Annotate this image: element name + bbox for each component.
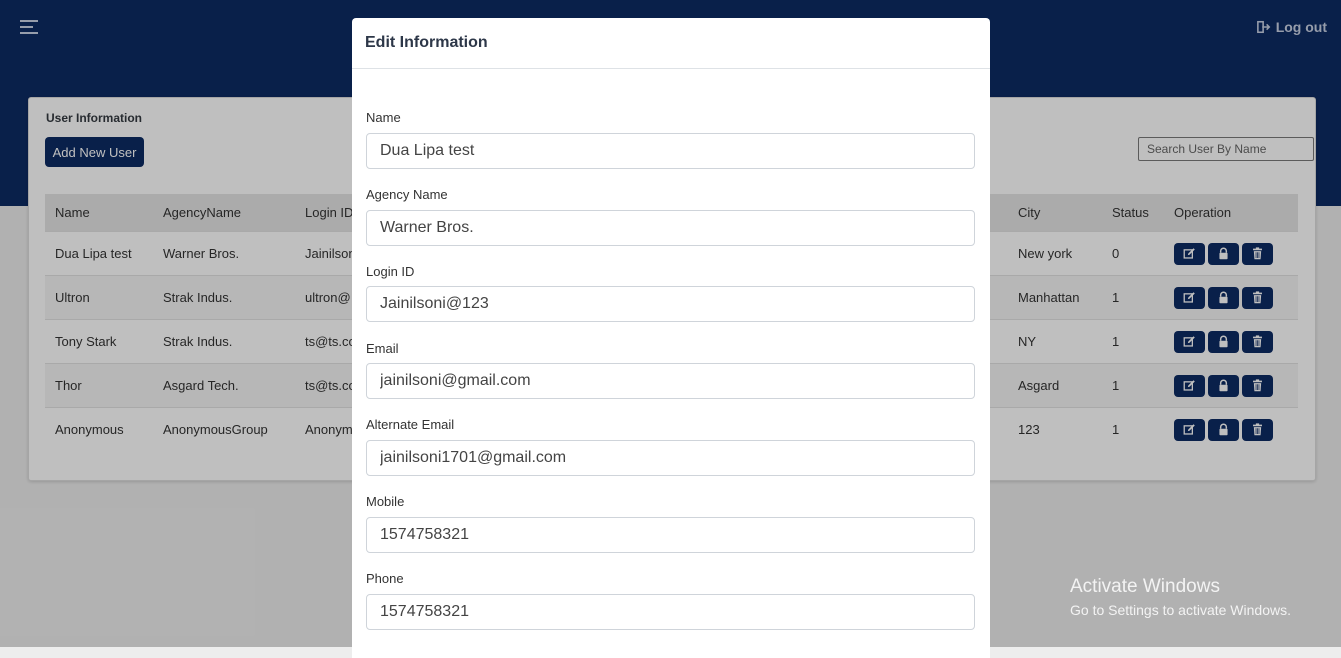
edit-information-modal: Edit Information Name Agency Name Login … [352, 18, 990, 658]
phone-field[interactable] [366, 594, 975, 630]
mobile-field[interactable] [366, 517, 975, 553]
agency-name-field[interactable] [366, 210, 975, 246]
alternate-email-label: Alternate Email [366, 417, 455, 432]
name-field[interactable] [366, 133, 975, 169]
watermark-title: Activate Windows [1070, 576, 1220, 597]
agency-name-label: Agency Name [366, 187, 448, 202]
login-id-label: Login ID [366, 264, 415, 279]
watermark-subtitle: Go to Settings to activate Windows. [1070, 602, 1291, 618]
email-label: Email [366, 341, 399, 356]
phone-label: Phone [366, 571, 404, 586]
name-label: Name [366, 110, 401, 125]
alternate-email-field[interactable] [366, 440, 975, 476]
email-field[interactable] [366, 363, 975, 399]
modal-header: Edit Information [352, 18, 990, 69]
activate-windows-watermark: Activate Windows Go to Settings to activ… [1070, 576, 1291, 618]
login-id-field[interactable] [366, 286, 975, 322]
mobile-label: Mobile [366, 494, 405, 509]
modal-title: Edit Information [365, 34, 488, 51]
